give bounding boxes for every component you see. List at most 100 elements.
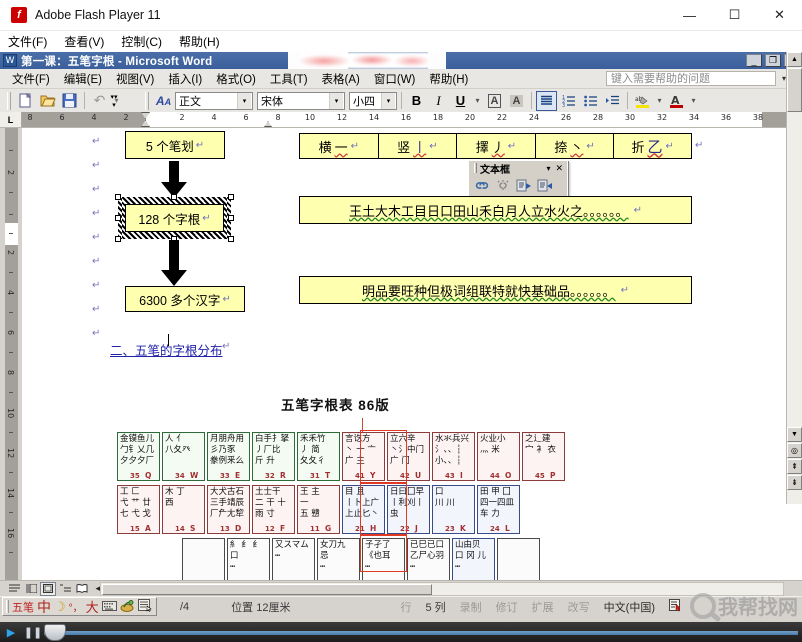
wubi-cell[interactable]: 之辶建宀 衤 衣45P	[522, 432, 565, 481]
underline-dropdown-icon[interactable]: ▾	[472, 91, 483, 111]
font-chevron-down-icon[interactable]: ▾	[329, 93, 343, 109]
ime-menu-icon[interactable]	[138, 599, 153, 615]
resize-handle-se[interactable]	[228, 236, 234, 242]
menu-item-tools[interactable]: 工具(T)	[270, 71, 308, 87]
wubi-cell[interactable]: 女刀九忌┅	[317, 538, 360, 580]
bullet-list-icon[interactable]	[580, 91, 601, 111]
print-layout-view-icon[interactable]	[40, 582, 56, 596]
moon-icon[interactable]: ☽	[54, 599, 66, 615]
toolbar-grip-1[interactable]	[7, 92, 11, 110]
keyboard-icon[interactable]	[102, 600, 117, 614]
next-textbox-icon[interactable]	[536, 177, 554, 194]
flash-progress-track[interactable]	[44, 631, 798, 635]
styles-icon[interactable]: AA	[153, 91, 174, 111]
wubi-cell[interactable]: 木 丁西14S	[162, 485, 205, 534]
previous-page-button[interactable]: ⇞	[787, 459, 802, 474]
reading-view-icon[interactable]	[74, 582, 90, 596]
wubi-cell[interactable]: 王 主一五 戇11G	[297, 485, 340, 534]
ruler-strip[interactable]: 8 6 4 2 2 4 6 8 10 12 14 16 18 20 22 24 …	[22, 112, 802, 127]
stroke-cell-zhe[interactable]: 折 乙 ↵	[614, 134, 691, 158]
ime-tools-icon[interactable]	[120, 599, 135, 615]
flash-menu-view[interactable]: 查看(V)	[64, 33, 104, 50]
highlight-dropdown-icon[interactable]: ▾	[654, 91, 665, 111]
next-page-button[interactable]: ⇟	[787, 475, 802, 490]
resize-handle-ne[interactable]	[228, 194, 234, 200]
highlight-icon[interactable]: ab	[632, 91, 653, 111]
align-left-icon[interactable]	[536, 91, 557, 111]
previous-textbox-icon[interactable]	[515, 177, 533, 194]
menu-item-help[interactable]: 帮助(H)	[429, 71, 468, 87]
wubi-cell[interactable]: 月朋舟用彡乃豕豢例釆么33E	[207, 432, 250, 481]
open-folder-icon[interactable]	[37, 91, 58, 111]
break-link-icon[interactable]	[494, 177, 512, 194]
resize-handle-sw[interactable]	[115, 236, 121, 242]
char-size-icon[interactable]: 大	[86, 597, 99, 616]
textbox-128-roots[interactable]: 128 个字根 ↵	[125, 204, 224, 232]
flash-progress-knob[interactable]	[44, 624, 66, 641]
word-minimize-button[interactable]: _	[746, 54, 762, 67]
undo-icon[interactable]: ↶	[89, 91, 110, 111]
toolbar-drag-handle[interactable]	[474, 163, 477, 173]
wubi-cell[interactable]: 火业小灬 米44O	[477, 432, 520, 481]
toolbar-overflow-1[interactable]: ▾▾▾	[108, 91, 120, 111]
punctuation-icon[interactable]: °，	[69, 599, 83, 614]
extend-selection-indicator[interactable]: 扩展	[532, 599, 554, 615]
vertical-scroll-thumb[interactable]	[787, 68, 802, 112]
menu-item-format[interactable]: 格式(O)	[216, 71, 256, 87]
select-browse-object-button[interactable]: ◎	[787, 443, 802, 458]
wubi-cell[interactable]: 金镆鱼儿勹钅乂几夕夕夕厂35Q	[117, 432, 160, 481]
horizontal-scrollbar[interactable]	[100, 582, 784, 596]
outline-view-icon[interactable]	[57, 582, 73, 596]
save-disk-icon[interactable]	[59, 91, 80, 111]
font-size-chevron-down-icon[interactable]: ▾	[381, 93, 395, 109]
style-chevron-down-icon[interactable]: ▾	[237, 93, 251, 109]
resize-handle-e[interactable]	[228, 215, 234, 221]
flash-menu-file[interactable]: 文件(F)	[8, 33, 47, 50]
vertical-ruler[interactable]: 2 2 4 6 8 10 12 14	[0, 128, 22, 580]
wubi-cell[interactable]: 水氺兵兴氵、、┆小、、┆43I	[432, 432, 475, 481]
flash-menu-help[interactable]: 帮助(H)	[179, 33, 220, 50]
character-border-icon[interactable]: A	[484, 91, 505, 111]
resize-handle-nw[interactable]	[115, 194, 121, 200]
increase-indent-icon[interactable]	[602, 91, 623, 111]
ime-toolbar[interactable]: 五笔 中 ☽ °， 大	[2, 597, 157, 616]
horizontal-scroll-thumb[interactable]	[102, 584, 432, 595]
ask-a-question-input[interactable]: 键入需要帮助的问题	[606, 71, 776, 86]
numbered-list-icon[interactable]: 123	[558, 91, 579, 111]
flash-play-button[interactable]: ▶	[0, 622, 22, 642]
wubi-cell[interactable]: 大犬古石三手靖辰厂厃尢犂13D	[207, 485, 250, 534]
wubi-cell[interactable]: 人 亻八夂癶34W	[162, 432, 205, 481]
wubi-cell[interactable]	[497, 538, 540, 580]
web-layout-view-icon[interactable]	[23, 582, 39, 596]
flash-minimize-button[interactable]: —	[667, 0, 712, 31]
textbox-roots-line-2[interactable]: 明品要旺种但极词组联特就快基础品。。。。。。 ↵	[299, 276, 692, 304]
wubi-cell[interactable]: 糹 纟 纟口┅	[227, 538, 270, 580]
wubi-cell[interactable]: 禾禾竹丿 简夂夂彳31T	[297, 432, 340, 481]
scroll-up-button[interactable]: ▲	[787, 52, 802, 67]
wubi-cell[interactable]	[182, 538, 225, 580]
menu-item-view[interactable]: 视图(V)	[116, 71, 154, 87]
ime-mode-icon[interactable]: 中	[37, 597, 51, 617]
font-combo[interactable]: 宋体 ▾	[257, 92, 345, 110]
tab-selector-button[interactable]: L	[0, 112, 22, 127]
language-indicator[interactable]: 中文(中国)	[604, 599, 655, 615]
wubi-cell[interactable]: 土士干二 干 十雨 寸12F	[252, 485, 295, 534]
vertical-scrollbar[interactable]: ▲ ▼ ◎ ⇞ ⇟	[786, 52, 802, 504]
wubi-cell[interactable]: 田 甲 囗四一四皿车 力24L	[477, 485, 520, 534]
character-shading-icon[interactable]: A	[506, 91, 527, 111]
stroke-table[interactable]: 横 一 ↵ 竖 丨 ↵ 擇 丿 ↵ 捺	[299, 133, 692, 159]
textbox-6300-chars[interactable]: 6300 多个汉字 ↵	[125, 286, 245, 312]
stroke-cell-na[interactable]: 捺 丶 ↵	[536, 134, 615, 158]
ime-logo[interactable]: 五笔	[12, 599, 34, 615]
wubi-cell[interactable]: 又スマム┅	[272, 538, 315, 580]
wubi-cell[interactable]: 已巳已口乙尸心羽┅	[407, 538, 450, 580]
flash-maximize-button[interactable]: ☐	[712, 0, 757, 31]
overtype-indicator[interactable]: 改写	[568, 599, 590, 615]
textbox-toolbar-header[interactable]: 文本框 ▾ ✕	[469, 161, 567, 175]
stroke-cell-heng[interactable]: 横 一 ↵	[300, 134, 379, 158]
horizontal-ruler[interactable]: L 8 6 4 2 2 4 6 8 10 12 14 16 18 20 22 2…	[0, 113, 802, 128]
create-link-icon[interactable]	[473, 177, 491, 194]
wubi-cell[interactable]: 山由贝口 冈 儿┅	[452, 538, 495, 580]
ime-drag-handle[interactable]	[6, 600, 9, 613]
wubi-cell[interactable]: 工 匚弋 艹 廿七 弋 戈15A	[117, 485, 160, 534]
